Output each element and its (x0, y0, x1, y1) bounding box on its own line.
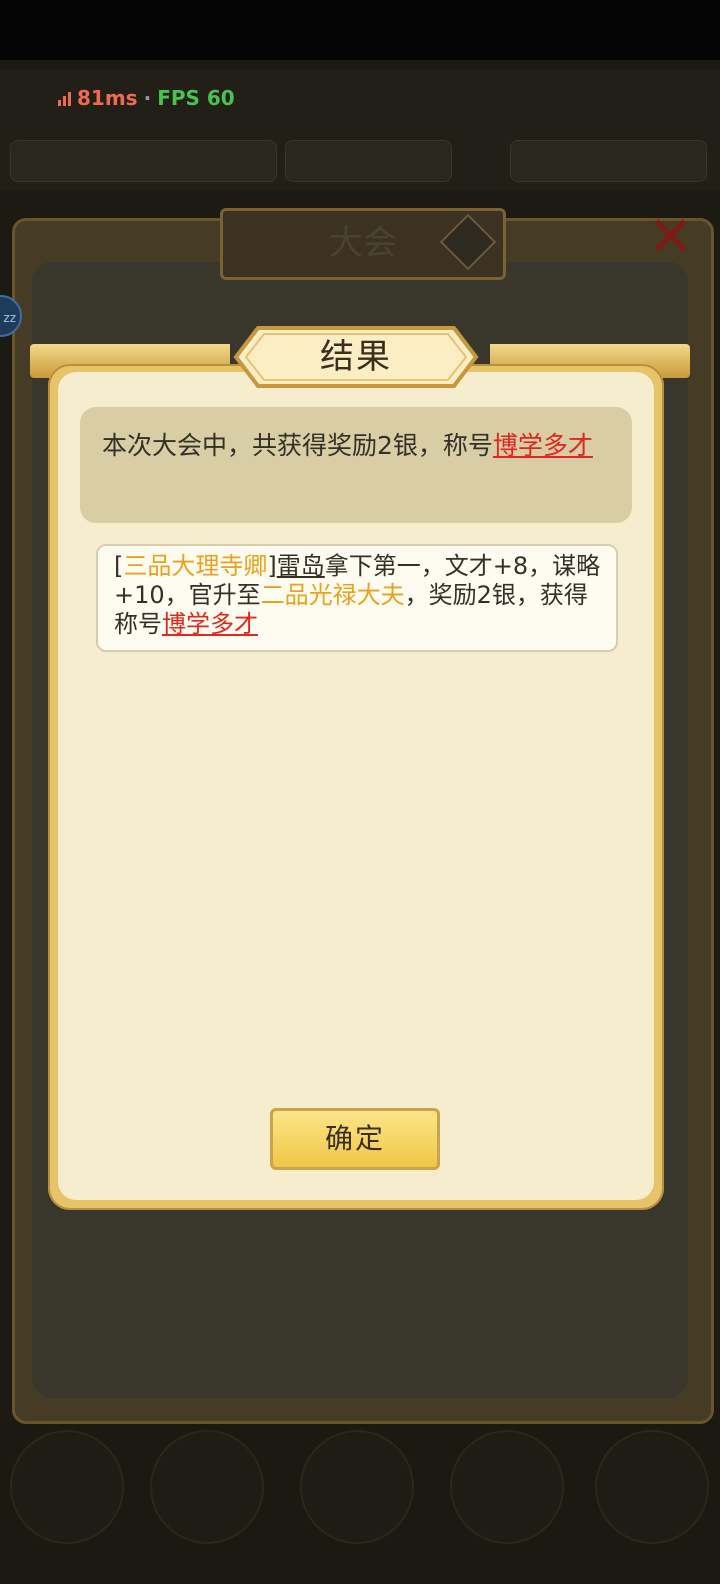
signal-icon (58, 90, 71, 106)
fps-text: FPS 60 (157, 86, 235, 110)
summary-prefix: 本次大会中，共获得奖励2银，称号 (102, 431, 493, 460)
nav-button (10, 1430, 124, 1544)
network-status: 81ms · FPS 60 (58, 86, 235, 110)
new-rank: 二品光禄大夫 (260, 581, 405, 609)
player-name-link[interactable]: 雷岛 (277, 552, 325, 580)
bracket-open: [ (114, 552, 124, 580)
bracket-close: ] (267, 552, 277, 580)
nav-button (300, 1430, 414, 1544)
honor-title-link[interactable]: 博学多才 (493, 431, 593, 460)
dialog-title: 结果 (320, 337, 392, 377)
previous-rank: 三品大理寺卿 (123, 552, 268, 580)
honor-title-link[interactable]: 博学多才 (162, 610, 258, 638)
summary-text: 本次大会中，共获得奖励2银，称号博学多才 (102, 427, 608, 464)
nav-button (450, 1430, 564, 1544)
nav-button (595, 1430, 709, 1544)
confirm-button[interactable]: 确定 (270, 1108, 440, 1170)
dialog-title-banner: 结果 (214, 324, 498, 390)
separator-dot: · (143, 86, 152, 110)
nav-button (150, 1430, 264, 1544)
summary-box (80, 407, 632, 523)
close-icon: ✕ (648, 205, 694, 268)
resource-slot (510, 140, 707, 182)
resource-slot (10, 140, 277, 182)
latency-text: 81ms (77, 86, 138, 110)
resource-slot (285, 140, 452, 182)
detail-text: [三品大理寺卿]雷岛拿下第一，文才+8，谋略+10，官升至二品光禄大夫，奖励2银… (114, 552, 604, 639)
